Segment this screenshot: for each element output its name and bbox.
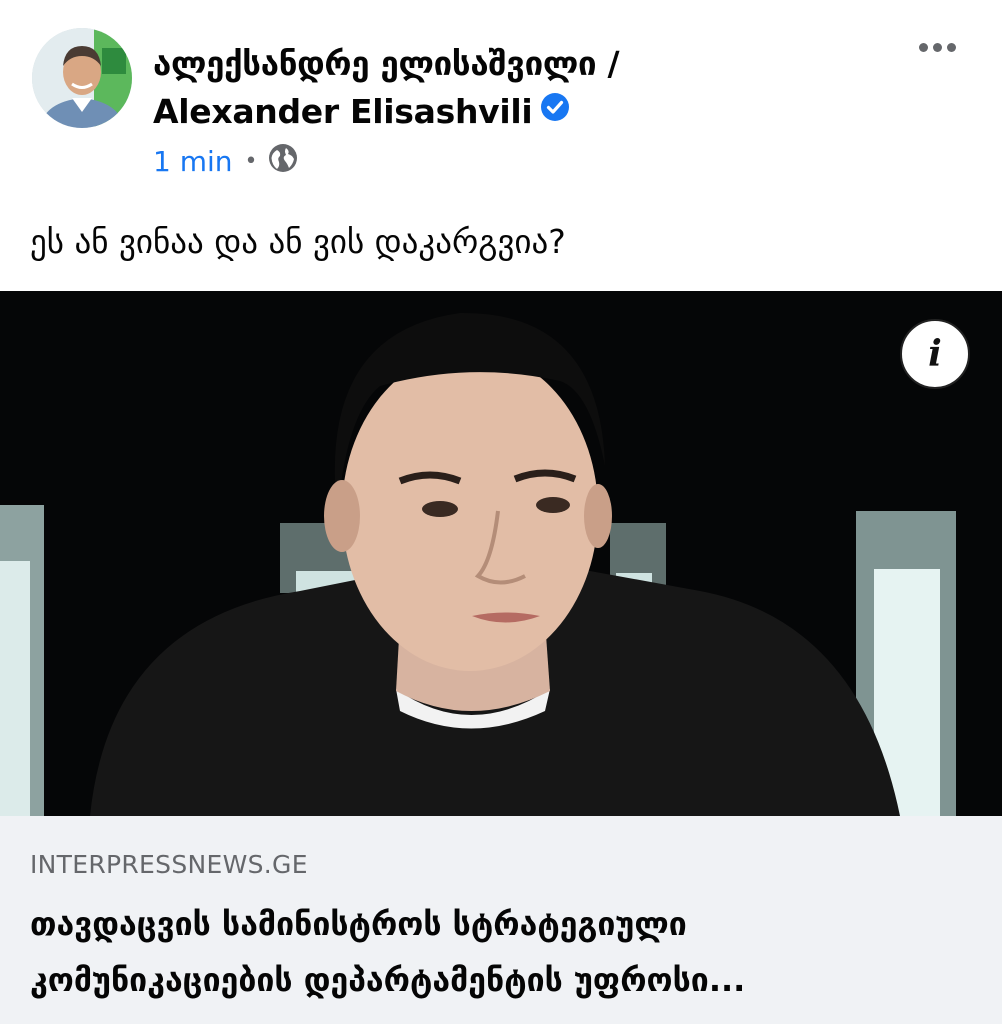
link-preview-card[interactable]: INTERPRESSNEWS.GE თავდაცვის სამინისტროს … (0, 816, 1002, 1024)
more-options-icon[interactable] (919, 32, 956, 62)
profile-photo (32, 28, 132, 128)
author-name[interactable]: ალექსანდრე ელისაშვილი / Alexander Elisas… (153, 40, 853, 138)
news-photo (0, 291, 1002, 816)
author-avatar[interactable] (32, 28, 132, 128)
link-title-line-1: თავდაცვის სამინისტროს სტრატეგიული (30, 905, 687, 943)
info-icon[interactable]: i (900, 319, 970, 389)
globe-icon[interactable] (268, 143, 298, 180)
link-title-line-2: კომუნიკაციების დეპარტამენტის უფროსი... (30, 961, 746, 999)
link-domain: INTERPRESSNEWS.GE (30, 850, 308, 879)
post-timestamp[interactable]: 1 min (153, 145, 233, 178)
author-name-english[interactable]: Alexander Elisashvili (153, 92, 533, 131)
link-title[interactable]: თავდაცვის სამინისტროს სტრატეგიული კომუნი… (30, 896, 980, 1008)
post-meta: 1 min • (153, 141, 298, 181)
post-caption: ეს ან ვინაა და ან ვის დაკარგვია? (30, 222, 566, 261)
author-name-georgian[interactable]: ალექსანდრე ელისაშვილი / (153, 40, 853, 88)
verified-badge-icon (540, 87, 570, 135)
meta-separator: • (244, 148, 258, 174)
post-image[interactable]: i (0, 291, 1002, 816)
